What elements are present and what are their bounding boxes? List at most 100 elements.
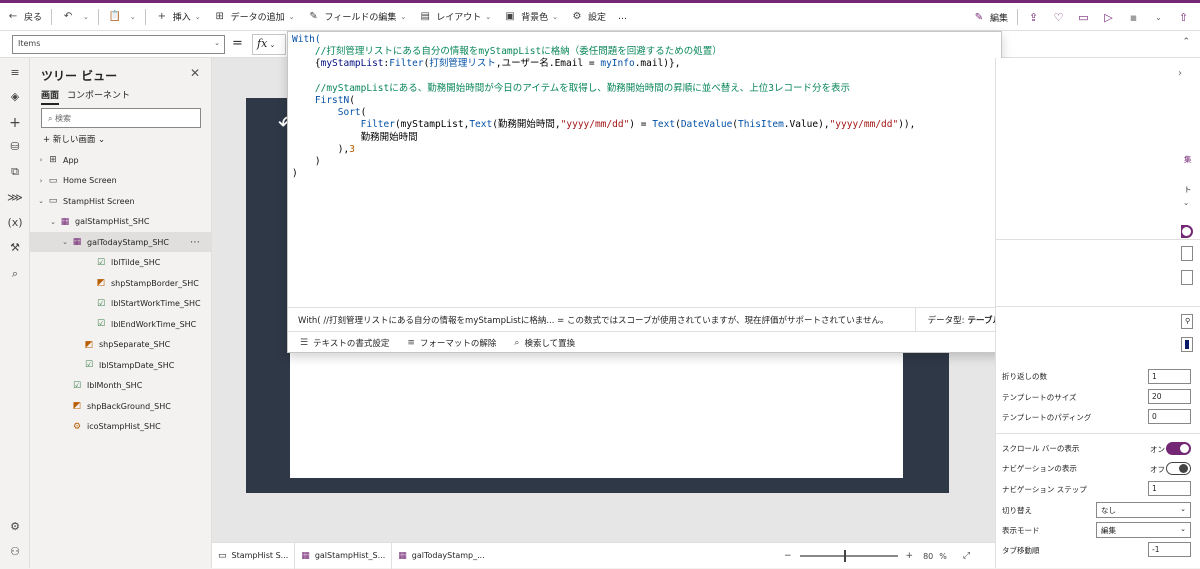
tab-screens[interactable]: 画面: [41, 88, 60, 105]
template-size-input[interactable]: 20: [1148, 389, 1191, 404]
settings-gear-icon[interactable]: ⚙: [7, 520, 23, 533]
label-icon: ☑: [96, 319, 106, 329]
template-padding-input[interactable]: 0: [1148, 409, 1191, 424]
chevron-down-icon[interactable]: ⌄: [48, 218, 58, 226]
tab-index-input[interactable]: -1: [1148, 542, 1191, 557]
back-button[interactable]: ← 戻る: [0, 3, 48, 31]
zoom-out-button[interactable]: −: [784, 551, 792, 561]
variables-icon[interactable]: (x): [7, 216, 23, 229]
divider: [51, 8, 53, 25]
close-icon[interactable]: ✕: [190, 66, 200, 80]
tree-item-label: lblStampDate_SHC: [99, 360, 175, 370]
edit-link-fragment[interactable]: 集: [1184, 154, 1192, 165]
media-icon[interactable]: ⧉: [7, 165, 23, 179]
tree-item-label: App: [63, 155, 79, 165]
chevron-right-icon[interactable]: ›: [1178, 68, 1182, 79]
account-icon[interactable]: ⚇: [7, 545, 23, 558]
chevron-down-icon: ⌄: [485, 12, 492, 21]
scrollbar-toggle[interactable]: [1166, 442, 1191, 455]
input-fragment[interactable]: [1181, 270, 1193, 285]
insert-button[interactable]: + 挿入 ⌄: [149, 3, 207, 31]
formula-editor[interactable]: With( //打刻管理リストにある自分の情報をmyStampListに格納（委…: [287, 31, 1002, 353]
comment-icon[interactable]: ▭: [1071, 11, 1096, 24]
paste-button[interactable]: 📋 ⌄: [102, 3, 142, 31]
edit-button[interactable]: ✎ 編集: [966, 3, 1014, 31]
save-icon[interactable]: ▪: [1121, 11, 1146, 24]
tools-icon[interactable]: ⚒: [7, 241, 23, 254]
collapse-chevron-icon[interactable]: ⌃: [1182, 37, 1190, 47]
zoom-in-button[interactable]: +: [906, 551, 914, 561]
chevron-right-icon[interactable]: ›: [36, 177, 46, 185]
find-replace-button[interactable]: ⌕ 検索して置換: [514, 337, 575, 349]
insert-plus-icon[interactable]: +: [7, 115, 23, 131]
tree-item[interactable]: ☑ lblStartWorkTime_SHC: [30, 294, 212, 314]
properties-panel: › 集 ト ⌄ ⚲ 折り返しの数 1 テンプレートのサイズ 20 テンプレートの…: [995, 58, 1200, 568]
layout-button[interactable]: ▤ レイアウト ⌄: [412, 3, 497, 31]
color-swatch-fragment[interactable]: [1181, 337, 1193, 352]
navigation-toggle[interactable]: [1166, 462, 1191, 475]
tree-item[interactable]: › ⊞ App: [30, 150, 212, 170]
tree-item[interactable]: ☑ lblStampDate_SHC: [30, 355, 212, 375]
tree-item[interactable]: ☑ lblEndWorkTime_SHC: [30, 314, 212, 334]
chevron-down-icon[interactable]: ⌄: [36, 197, 46, 205]
breadcrumb-gallery[interactable]: ▦ galStampHist_S...: [295, 542, 393, 569]
edit-fields-button[interactable]: ✎ フィールドの編集 ⌄: [301, 3, 413, 31]
fit-to-window-icon[interactable]: ⤢: [963, 551, 970, 561]
nav-step-input[interactable]: 1: [1148, 481, 1191, 496]
tree-item[interactable]: ⌄ ▦ galTodayStamp_SHC ⋯: [30, 232, 212, 252]
chevron-down-icon[interactable]: ⌄: [1146, 13, 1171, 22]
power-automate-icon[interactable]: ⋙: [7, 191, 23, 204]
code-token: myInfo: [600, 58, 635, 70]
toggle-fragment[interactable]: [1181, 225, 1193, 238]
color-picker-fragment[interactable]: ⚲: [1181, 314, 1193, 329]
tree-item[interactable]: ⌄ ▭ StampHist Screen: [30, 191, 212, 211]
input-fragment[interactable]: [1181, 246, 1193, 261]
chevron-down-icon[interactable]: ⌄: [60, 238, 70, 246]
property-select[interactable]: Items ⌄: [12, 35, 225, 54]
format-text-button[interactable]: ☰ テキストの書式設定: [300, 337, 389, 349]
code-token: "yyyy/mm/dd": [560, 119, 630, 131]
tree-item[interactable]: ⚙ icoStampHist_SHC: [30, 417, 212, 437]
code-line: ): [292, 168, 915, 180]
database-icon[interactable]: ⛁: [7, 140, 23, 153]
publish-icon[interactable]: ⇧: [1171, 11, 1196, 24]
new-screen-button[interactable]: + 新しい画面 ⌄: [43, 133, 105, 145]
tree-item[interactable]: ☑ lblMonth_SHC: [30, 376, 212, 396]
chevron-down-icon: ⌄: [1180, 525, 1186, 533]
chevron-right-icon[interactable]: ›: [36, 156, 46, 164]
more-options-icon[interactable]: ⋯: [190, 237, 200, 248]
transition-select[interactable]: なし ⌄: [1096, 502, 1191, 518]
share-icon[interactable]: ⇪: [1021, 11, 1046, 24]
breadcrumb-subgallery[interactable]: ▦ galTodayStamp_...: [392, 543, 490, 569]
dropdown-fragment[interactable]: ⌄: [1183, 198, 1189, 207]
tab-components[interactable]: コンポーネント: [67, 88, 130, 105]
tree-item[interactable]: ☑ lblTilde_SHC: [30, 253, 212, 273]
more-button[interactable]: …: [612, 3, 633, 31]
remove-format-button[interactable]: ≡ フォーマットの解除: [407, 337, 496, 349]
play-icon[interactable]: ▷: [1096, 11, 1121, 24]
formula-code[interactable]: With( //打刻管理リストにある自分の情報をmyStampListに格納（委…: [292, 34, 915, 180]
formula-status-message: With( //打刻管理リストにある自分の情報をmyStampListに格納..…: [298, 315, 889, 326]
gallery-preview[interactable]: [290, 335, 903, 478]
tree-search-input[interactable]: ⌕ 検索: [41, 108, 201, 128]
breadcrumb-screen[interactable]: ▭ StampHist S...: [212, 542, 296, 569]
health-check-icon[interactable]: ♡: [1046, 11, 1071, 24]
zoom-slider[interactable]: [799, 550, 898, 562]
undo-button[interactable]: ↶ ⌄: [55, 3, 95, 31]
fx-button[interactable]: fx ⌄: [252, 34, 286, 55]
background-button[interactable]: ▣ 背景色 ⌄: [497, 3, 564, 31]
tree-item[interactable]: ⌄ ▦ galStampHist_SHC: [30, 212, 212, 232]
tree-item[interactable]: ◩ shpStampBorder_SHC: [30, 273, 212, 293]
settings-button[interactable]: ⚙ 設定: [564, 3, 612, 31]
tree-item[interactable]: ◩ shpBackGround_SHC: [30, 396, 212, 416]
wrap-count-input[interactable]: 1: [1148, 369, 1191, 384]
display-mode-select[interactable]: 編集 ⌄: [1096, 522, 1191, 538]
chevron-down-icon: ⌄: [1180, 505, 1186, 513]
hamburger-icon[interactable]: ≡: [7, 66, 23, 79]
layers-icon[interactable]: ◈: [7, 90, 23, 103]
tree-item[interactable]: › ▭ Home Screen: [30, 171, 212, 191]
search-icon[interactable]: ⌕: [7, 267, 23, 281]
zoom-slider-thumb[interactable]: [843, 550, 846, 562]
tree-item[interactable]: ◩ shpSeparate_SHC: [30, 335, 212, 355]
add-data-button[interactable]: ⊞ データの追加 ⌄: [207, 3, 301, 31]
